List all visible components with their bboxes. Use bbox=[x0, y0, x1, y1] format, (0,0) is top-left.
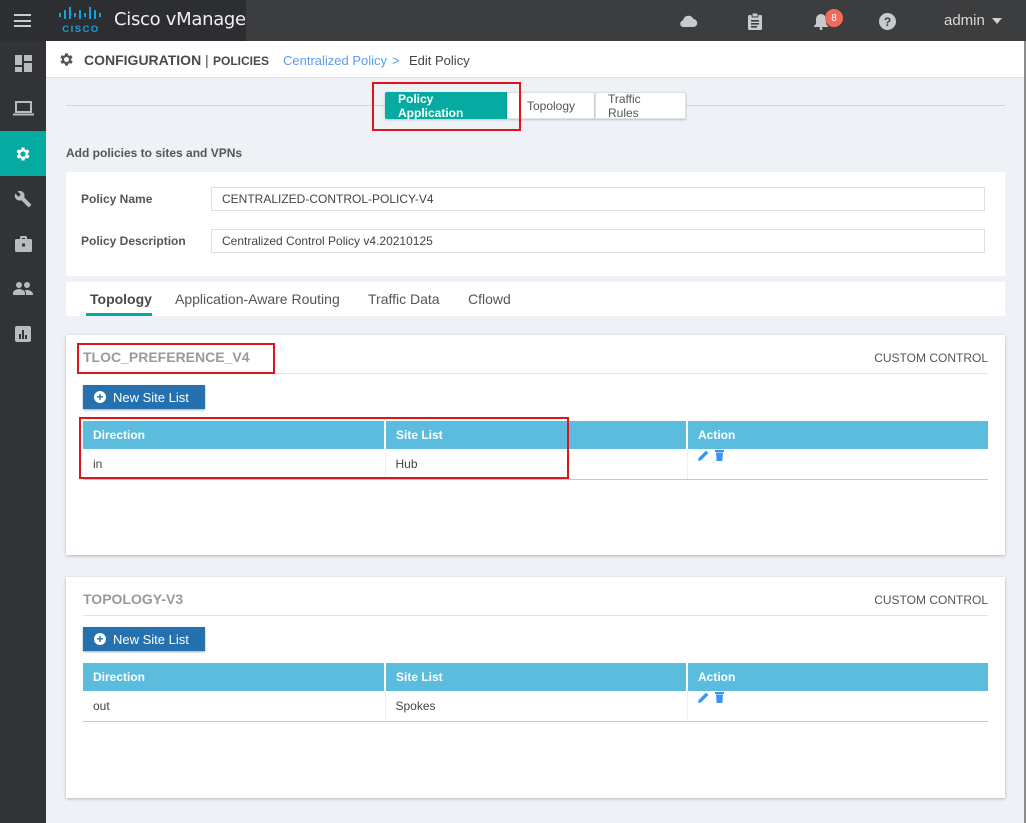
button-label: New Site List bbox=[113, 389, 189, 405]
tab-traffic-rules[interactable]: Traffic Rules bbox=[595, 92, 686, 120]
policy-card-type: CUSTOM CONTROL bbox=[874, 351, 988, 365]
delete-icon[interactable] bbox=[714, 449, 724, 461]
column-header-action: Action bbox=[687, 663, 988, 691]
cell-site-list: Hub bbox=[385, 449, 688, 480]
step-tabs: Policy Application Topology Traffic Rule… bbox=[385, 92, 686, 120]
chevron-down-icon[interactable] bbox=[992, 18, 1002, 24]
policy-name-label: Policy Name bbox=[81, 192, 153, 206]
policy-type-tabs: Topology Application-Aware Routing Traff… bbox=[66, 282, 1005, 316]
page-title: CONFIGURATION bbox=[84, 52, 202, 68]
section-title: Add policies to sites and VPNs bbox=[66, 146, 243, 160]
tab-topology-policies[interactable]: Topology bbox=[90, 291, 152, 307]
policy-form: Policy Name Policy Description bbox=[66, 172, 1005, 276]
tab-cflowd[interactable]: Cflowd bbox=[468, 291, 511, 307]
cisco-logo: CISCO bbox=[59, 7, 101, 33]
page-header: CONFIGURATION | POLICIES Centralized Pol… bbox=[46, 41, 1024, 78]
policy-description-input[interactable] bbox=[211, 229, 985, 253]
notification-badge: 8 bbox=[825, 9, 843, 27]
column-header-direction: Direction bbox=[83, 663, 386, 691]
dashboard-icon bbox=[14, 55, 32, 72]
gear-icon bbox=[16, 146, 30, 161]
site-list-table: Direction Site List Action out Spokes bbox=[83, 663, 988, 722]
button-label: New Site List bbox=[113, 631, 189, 647]
cloud-icon[interactable] bbox=[678, 11, 698, 31]
cell-site-list: Spokes bbox=[385, 691, 688, 722]
clipboard-icon[interactable] bbox=[745, 11, 765, 31]
toolbox-icon bbox=[14, 235, 32, 252]
policy-card-type: CUSTOM CONTROL bbox=[874, 593, 988, 607]
delete-icon[interactable] bbox=[714, 691, 724, 703]
column-header-site-list: Site List bbox=[385, 663, 688, 691]
column-header-direction: Direction bbox=[83, 421, 386, 449]
cell-direction: in bbox=[83, 449, 386, 480]
breadcrumb-current: Edit Policy bbox=[409, 53, 470, 68]
help-icon[interactable]: ? bbox=[877, 11, 897, 31]
policy-card-title: TLOC_PREFERENCE_V4 bbox=[83, 349, 250, 365]
breadcrumb-separator: > bbox=[392, 53, 400, 68]
cell-direction: out bbox=[83, 691, 386, 722]
plus-circle-icon: + bbox=[94, 633, 106, 645]
user-menu[interactable]: admin bbox=[944, 12, 985, 29]
title-separator: | bbox=[205, 52, 209, 68]
sidebar-item-monitor[interactable] bbox=[0, 86, 46, 131]
tab-application-aware-routing[interactable]: Application-Aware Routing bbox=[175, 291, 340, 307]
menu-icon[interactable] bbox=[14, 14, 31, 27]
edit-icon[interactable] bbox=[697, 450, 709, 461]
app-title: Cisco vManage bbox=[114, 9, 246, 30]
divider bbox=[83, 615, 988, 616]
breadcrumb-centralized-policy[interactable]: Centralized Policy bbox=[283, 53, 387, 68]
sidebar bbox=[0, 41, 46, 823]
page-subtitle: POLICIES bbox=[213, 54, 270, 68]
cell-action bbox=[687, 449, 988, 480]
table-row: in Hub bbox=[83, 449, 988, 480]
new-site-list-button[interactable]: + New Site List bbox=[83, 385, 205, 409]
policy-card-title: TOPOLOGY-V3 bbox=[83, 591, 184, 607]
divider bbox=[83, 373, 988, 374]
table-header-row: Direction Site List Action bbox=[83, 421, 988, 449]
policy-name-input[interactable] bbox=[211, 187, 985, 211]
sidebar-item-tools[interactable] bbox=[0, 176, 46, 221]
column-header-action: Action bbox=[687, 421, 988, 449]
active-tab-indicator bbox=[86, 313, 152, 316]
table-header-row: Direction Site List Action bbox=[83, 663, 988, 691]
laptop-icon bbox=[12, 101, 34, 116]
wrench-icon bbox=[14, 190, 32, 207]
cell-action bbox=[687, 691, 988, 722]
new-site-list-button[interactable]: + New Site List bbox=[83, 627, 205, 651]
tab-topology[interactable]: Topology bbox=[507, 92, 595, 119]
users-icon bbox=[13, 282, 33, 295]
sidebar-item-maintenance[interactable] bbox=[0, 221, 46, 266]
top-bar: CISCO Cisco vManage 8 ? admin bbox=[0, 0, 1026, 41]
sidebar-item-dashboard[interactable] bbox=[0, 41, 46, 86]
svg-text:?: ? bbox=[883, 15, 890, 29]
policy-card: TOPOLOGY-V3 CUSTOM CONTROL + New Site Li… bbox=[66, 577, 1005, 798]
svg-text:CISCO: CISCO bbox=[62, 24, 100, 33]
site-list-table: Direction Site List Action in Hub bbox=[83, 421, 988, 480]
sidebar-item-configuration[interactable] bbox=[0, 131, 46, 176]
chart-icon bbox=[15, 325, 31, 342]
gear-icon bbox=[60, 53, 73, 66]
table-row: out Spokes bbox=[83, 691, 988, 722]
brand-area: CISCO Cisco vManage bbox=[0, 0, 246, 41]
policy-description-label: Policy Description bbox=[81, 234, 186, 248]
policy-card: TLOC_PREFERENCE_V4 CUSTOM CONTROL + New … bbox=[66, 335, 1005, 555]
edit-icon[interactable] bbox=[697, 692, 709, 703]
tab-traffic-data[interactable]: Traffic Data bbox=[368, 291, 440, 307]
sidebar-item-administration[interactable] bbox=[0, 266, 46, 311]
tab-policy-application[interactable]: Policy Application bbox=[385, 92, 507, 120]
plus-circle-icon: + bbox=[94, 391, 106, 403]
sidebar-item-analytics[interactable] bbox=[0, 311, 46, 356]
column-header-site-list: Site List bbox=[385, 421, 688, 449]
